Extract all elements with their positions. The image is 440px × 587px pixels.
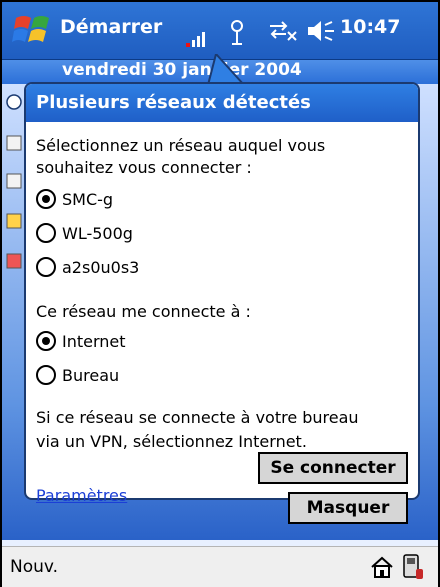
home-icon[interactable] [370, 555, 394, 579]
network-option-label: SMC-g [62, 189, 114, 209]
vpn-info-line2: via un VPN, sélectionnez Internet. [36, 432, 307, 451]
destination-option-label: Bureau [62, 365, 120, 385]
settings-link[interactable]: Paramètres [36, 486, 127, 505]
today-side-icons [6, 94, 22, 269]
today-date[interactable]: vendredi 30 janvier 2004 [62, 60, 302, 80]
dialog-header: Plusieurs réseaux détectés [26, 84, 418, 122]
start-menu-button[interactable]: Démarrer [60, 16, 162, 38]
radio-button[interactable] [36, 223, 56, 243]
vpn-info-line1: Si ce réseau se connecte à votre bureau [36, 408, 359, 427]
network-option-label: a2s0u0s3 [62, 257, 140, 277]
title-bar: Démarrer 10:47 [2, 2, 438, 60]
windows-flag-icon[interactable] [12, 12, 52, 48]
dialog-title: Plusieurs réseaux détectés [36, 92, 311, 113]
connectivity-icon[interactable] [266, 18, 298, 44]
radio-network-a2s0u0s3[interactable]: a2s0u0s3 [36, 254, 139, 280]
destination-option-label: Internet [62, 331, 126, 351]
command-bar: Nouv. [2, 546, 438, 587]
network-prompt-line2: souhaitez vous connecter : [36, 158, 252, 177]
radio-network-wl-500g[interactable]: WL-500g [36, 220, 133, 246]
new-button[interactable]: Nouv. [10, 557, 58, 577]
radio-button[interactable] [36, 365, 56, 385]
connects-to-label: Ce réseau me connecte à : [36, 302, 251, 321]
radio-button[interactable] [36, 189, 56, 209]
input-panel-icon[interactable] [400, 553, 424, 581]
status-tray: 10:47 [180, 12, 430, 52]
signal-strength-icon[interactable] [186, 28, 212, 48]
antenna-icon[interactable] [226, 18, 248, 46]
radio-destination-internet[interactable]: Internet [36, 328, 126, 354]
pocketpc-screen: Démarrer 10:47 vendredi 30 janvier 2004 … [0, 0, 440, 587]
network-notification-dialog: Plusieurs réseaux détectés Sélectionnez … [24, 82, 420, 524]
network-prompt-line1: Sélectionnez un réseau auquel vous [36, 136, 326, 155]
radio-destination-bureau[interactable]: Bureau [36, 362, 119, 388]
radio-network-smc-g[interactable]: SMC-g [36, 186, 113, 212]
connect-button[interactable]: Se connecter [258, 452, 408, 484]
radio-button[interactable] [36, 257, 56, 277]
radio-button[interactable] [36, 331, 56, 351]
volume-icon[interactable] [306, 18, 336, 44]
hide-button[interactable]: Masquer [288, 492, 408, 524]
network-option-label: WL-500g [62, 223, 133, 243]
dialog-body: Sélectionnez un réseau auquel vous souha… [26, 122, 418, 524]
clock[interactable]: 10:47 [340, 16, 400, 38]
